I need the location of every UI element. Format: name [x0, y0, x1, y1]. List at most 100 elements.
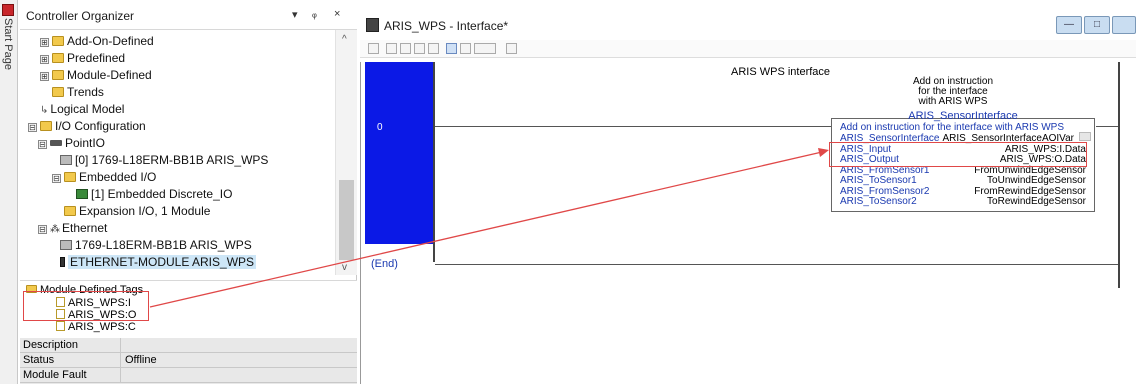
tree-item-label: Trends	[67, 85, 104, 99]
folder-icon	[64, 206, 76, 216]
tree-item-label: 1769-L18ERM-BB1B ARIS_WPS	[75, 238, 252, 252]
tree-item-controller-slot0[interactable]: [0] 1769-L18ERM-BB1B ARIS_WPS	[60, 152, 268, 169]
tree-item-label: Ethernet	[62, 221, 108, 235]
tree-item-ethernet[interactable]: ⊟ ⁂ Ethernet	[38, 220, 107, 237]
expand-icon[interactable]: ⊞	[40, 72, 49, 81]
tree-item-add-on-defined[interactable]: ⊞ Add-On-Defined	[40, 33, 154, 50]
tree-item-label: Expansion I/O, 1 Module	[79, 204, 211, 218]
collapse-icon[interactable]: ⊟	[28, 123, 37, 132]
end-rung-label: (End)	[371, 258, 398, 270]
start-page-label: Start Page	[2, 18, 14, 70]
end-rung-wire	[435, 264, 1118, 265]
rung-comment: ARIS WPS interface	[731, 66, 831, 78]
tree-item-trends[interactable]: Trends	[52, 84, 104, 101]
tree-scrollbar[interactable]: ^ v	[335, 30, 357, 275]
tree-item-label: Logical Model	[50, 102, 125, 116]
toolbar-ote-icon[interactable]	[446, 43, 457, 54]
tags-highlight-box	[23, 291, 149, 321]
collapse-icon[interactable]: ⊟	[38, 225, 47, 234]
scroll-down-icon[interactable]: v	[342, 262, 347, 273]
toolbar-xic-icon[interactable]	[414, 43, 425, 54]
io-module-icon	[76, 189, 88, 199]
tree-item-expansion-io[interactable]: Expansion I/O, 1 Module	[64, 203, 210, 220]
organizer-title-bar: Controller Organizer ▾ ᵩ ×	[20, 0, 357, 30]
folder-icon	[52, 36, 64, 46]
right-power-rail	[1118, 62, 1120, 288]
aoi-name: ARIS_SensorInterface	[908, 110, 1018, 122]
logical-model-icon: ↳	[40, 105, 49, 116]
controller-organizer: Controller Organizer ▾ ᵩ × ⊞ Add-On-Defin…	[20, 0, 357, 384]
property-value	[120, 368, 125, 382]
ethernet-module-icon	[60, 257, 65, 267]
editor-title-bar: ARIS_WPS - Interface* — □	[360, 14, 1136, 40]
property-key: Status	[23, 354, 55, 366]
aoi-param-value[interactable]: ToRewindEdgeSensor	[987, 196, 1086, 207]
collapse-icon[interactable]: ⊟	[52, 174, 61, 183]
expand-icon[interactable]: ⊞	[40, 55, 49, 64]
organizer-menu-icon[interactable]: ▾	[292, 8, 298, 21]
aoi-param-name: ARIS_ToSensor1	[840, 175, 917, 186]
toolbar-branch-icon[interactable]	[386, 43, 397, 54]
tree-item-logical-model[interactable]: ↳ Logical Model	[40, 101, 124, 118]
tree-item-pointio[interactable]: ⊟ PointIO	[38, 135, 105, 152]
params-highlight-box	[829, 142, 1087, 167]
organizer-pin-icon[interactable]: ᵩ	[312, 8, 317, 20]
rung-number: 0	[377, 122, 383, 133]
backplane-icon	[50, 140, 62, 146]
tree-item-label: ETHERNET-MODULE ARIS_WPS	[68, 255, 257, 269]
rung-selection-bar[interactable]: 0	[365, 62, 433, 244]
tree-item-label: Predefined	[67, 51, 126, 65]
properties-panel: Description Status Offline Module Fault	[20, 338, 357, 384]
expand-icon[interactable]: ⊞	[40, 38, 49, 47]
tree-item-module-defined[interactable]: ⊞ Module-Defined	[40, 67, 152, 84]
ladder-editor: ARIS_WPS - Interface* — □ 0 (End) ARIS W…	[360, 0, 1136, 384]
tree-item-embedded-discrete-io[interactable]: [1] Embedded Discrete_IO	[76, 186, 232, 203]
property-value: Offline	[120, 353, 157, 367]
folder-icon	[52, 53, 64, 63]
start-page-icon	[2, 4, 14, 16]
minimize-button[interactable]: —	[1056, 16, 1082, 34]
collapse-icon[interactable]: ⊟	[38, 140, 47, 149]
toolbar-xio-icon[interactable]	[428, 43, 439, 54]
tree-item-controller-ethernet[interactable]: 1769-L18ERM-BB1B ARIS_WPS	[60, 237, 252, 254]
property-key: Description	[23, 339, 79, 351]
maximize-button[interactable]: □	[1084, 16, 1110, 34]
editor-title: ARIS_WPS - Interface*	[384, 19, 509, 33]
property-key: Module Fault	[23, 369, 87, 381]
tree-item-label: [0] 1769-L18ERM-BB1B ARIS_WPS	[75, 153, 269, 167]
folder-icon	[64, 172, 76, 182]
start-page-tab[interactable]: Start Page	[0, 0, 18, 384]
aoi-param-value[interactable]: ToUnwindEdgeSensor	[987, 175, 1086, 186]
aoi-comment-line: with ARIS WPS	[918, 96, 988, 107]
property-value	[120, 338, 125, 352]
toolbar-branch-level-icon[interactable]	[400, 43, 411, 54]
folder-icon	[52, 70, 64, 80]
scroll-up-icon[interactable]: ^	[342, 34, 347, 45]
folder-icon	[40, 121, 52, 131]
organizer-tree: ⊞ Add-On-Defined ⊞ Predefined ⊞ Module-Defi…	[20, 30, 335, 275]
aoi-properties-button[interactable]	[1079, 132, 1091, 141]
scrollbar-thumb[interactable]	[339, 180, 354, 260]
organizer-close-icon[interactable]: ×	[334, 8, 340, 20]
controller-icon	[60, 240, 72, 250]
tree-item-label: PointIO	[65, 136, 106, 150]
toolbar-otl-icon[interactable]	[460, 43, 471, 54]
toolbar-rung-icon[interactable]	[368, 43, 379, 54]
tag-item[interactable]: ARIS_WPS:C	[56, 321, 136, 333]
tree-item-ethernet-module[interactable]: ETHERNET-MODULE ARIS_WPS	[60, 254, 257, 271]
rung-area: 0 (End) ARIS WPS interface Add on instru…	[360, 62, 1136, 384]
tree-item-io-configuration[interactable]: ⊟ I/O Configuration	[28, 118, 146, 135]
tree-item-embedded-io[interactable]: ⊟ Embedded I/O	[52, 169, 156, 186]
toolbar-dropdown-icon[interactable]	[474, 43, 496, 54]
property-row: Module Fault	[20, 368, 357, 383]
tree-item-label: Module-Defined	[67, 68, 152, 82]
tree-item-label: Embedded I/O	[79, 170, 157, 184]
property-row: Description	[20, 338, 357, 353]
tree-item-predefined[interactable]: ⊞ Predefined	[40, 50, 125, 67]
rung-wire	[435, 126, 831, 127]
toolbar-favorites-icon[interactable]	[506, 43, 517, 54]
folder-icon	[52, 87, 64, 97]
close-button[interactable]	[1112, 16, 1136, 34]
tag-label: ARIS_WPS:C	[68, 321, 136, 333]
left-power-rail	[433, 62, 435, 262]
